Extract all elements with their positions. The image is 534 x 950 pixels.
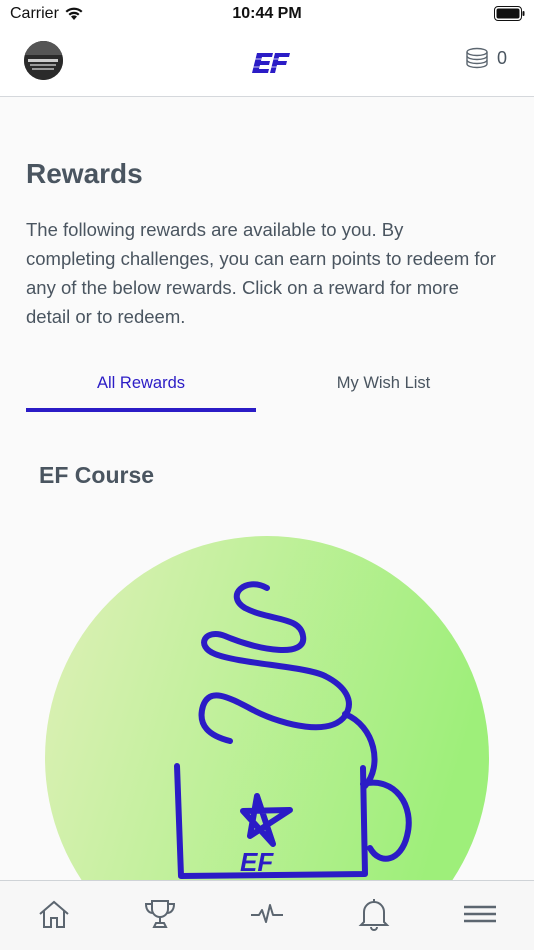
top-navigation: 0 [0, 30, 534, 97]
ef-logo[interactable] [251, 51, 291, 75]
user-avatar[interactable] [24, 41, 63, 80]
menu-tab[interactable] [462, 897, 498, 931]
tab-my-wish-list[interactable]: My Wish List [271, 362, 496, 412]
status-time: 10:44 PM [232, 5, 302, 22]
tab-all-rewards[interactable]: All Rewards [26, 362, 256, 412]
home-tab[interactable] [36, 897, 72, 931]
coin-stack-icon [466, 47, 488, 69]
activity-tab[interactable] [249, 897, 285, 931]
rewards-intro: The following rewards are available to y… [26, 219, 496, 327]
avatar-image [24, 41, 63, 80]
bell-icon [358, 899, 390, 931]
menu-icon [464, 905, 496, 923]
challenges-tab[interactable] [142, 897, 178, 931]
page-title: Rewards [26, 158, 143, 189]
reward-image-ef-text: EF [240, 847, 274, 877]
activity-icon [251, 904, 283, 923]
points-count: 0 [497, 48, 508, 68]
reward-title[interactable]: EF Course [39, 462, 154, 489]
trophy-icon [144, 900, 176, 928]
bottom-tab-bar [0, 880, 534, 950]
reward-image[interactable]: EF [45, 536, 490, 880]
status-bar: Carrier 10:44 PM [0, 0, 534, 30]
notifications-tab[interactable] [356, 897, 392, 931]
rewards-tabs: All Rewards My Wish List [26, 362, 512, 412]
battery-icon [494, 6, 525, 21]
rewards-content: Rewards The following rewards are availa… [0, 98, 534, 880]
home-icon [39, 900, 69, 928]
